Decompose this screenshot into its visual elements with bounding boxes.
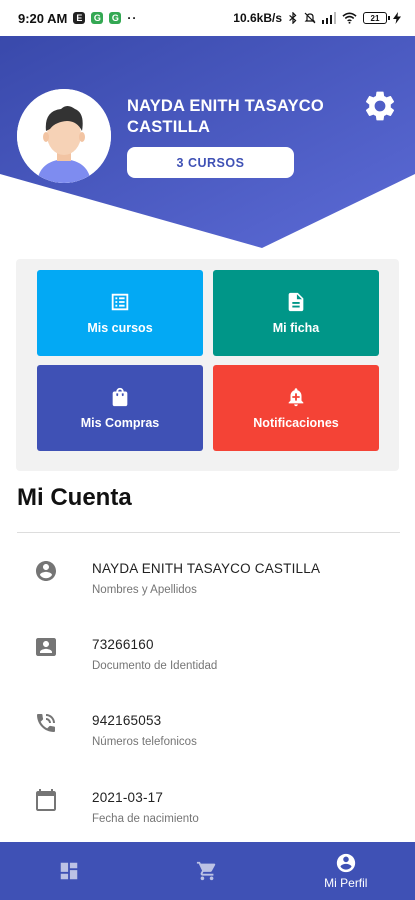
battery-icon: 21 <box>363 12 390 24</box>
info-label: Documento de Identidad <box>92 660 218 672</box>
info-row-document: 73266160 Documento de Identidad <box>0 635 415 695</box>
profile-name: NAYDA ENITH TASAYCO CASTILLA <box>127 97 324 136</box>
id-card-icon <box>36 638 56 656</box>
notification-app-icon: G <box>91 12 104 24</box>
nav-cart[interactable] <box>138 842 276 900</box>
nav-dashboard[interactable] <box>0 842 138 900</box>
status-bar: 9:20 AM E G G ·· 10.6kB/s 21 <box>0 0 415 36</box>
bell-plus-icon <box>288 388 304 407</box>
charging-icon <box>393 12 401 24</box>
mi-ficha-tile[interactable]: Mi ficha <box>213 270 379 356</box>
info-row-name: NAYDA ENITH TASAYCO CASTILLA Nombres y A… <box>0 559 415 619</box>
avatar[interactable] <box>17 89 111 183</box>
menu-grid: Mis cursos Mi ficha Mis Compras Notifica… <box>16 259 399 471</box>
mute-icon <box>304 12 316 24</box>
info-label: Fecha de nacimiento <box>92 813 199 825</box>
info-value: 73266160 <box>92 637 154 652</box>
info-row-phone: 942165053 Números telefonicos <box>0 711 415 771</box>
phone-icon <box>37 714 55 732</box>
battery-level: 21 <box>370 13 380 23</box>
status-left: 9:20 AM E G G ·· <box>18 11 137 26</box>
gear-icon[interactable] <box>362 88 398 124</box>
info-label: Nombres y Apellidos <box>92 584 197 596</box>
tile-label: Mis Compras <box>80 416 160 430</box>
account-circle-icon <box>36 561 56 581</box>
account-circle-icon <box>336 853 355 873</box>
shopping-bag-icon <box>112 387 128 407</box>
dashboard-icon <box>60 862 78 880</box>
calendar-icon <box>36 789 56 811</box>
document-icon <box>288 292 304 312</box>
signal-icon <box>322 12 336 24</box>
bottom-nav: Mi Perfil <box>0 842 415 900</box>
info-label: Números telefonicos <box>92 736 197 748</box>
info-row-birthdate: 2021-03-17 Fecha de nacimiento <box>0 788 415 848</box>
divider <box>17 532 400 533</box>
info-value: NAYDA ENITH TASAYCO CASTILLA <box>92 561 321 576</box>
nav-mi-perfil[interactable]: Mi Perfil <box>277 842 415 900</box>
list-box-icon <box>111 293 129 311</box>
mis-compras-tile[interactable]: Mis Compras <box>37 365 203 451</box>
notification-app-icon: G <box>109 12 122 24</box>
mis-cursos-tile[interactable]: Mis cursos <box>37 270 203 356</box>
bluetooth-icon <box>289 12 297 24</box>
notificaciones-tile[interactable]: Notificaciones <box>213 365 379 451</box>
section-title: Mi Cuenta <box>17 484 132 511</box>
info-value: 942165053 <box>92 713 162 728</box>
tile-label: Mis cursos <box>87 321 153 335</box>
courses-button[interactable]: 3 CURSOS <box>127 147 294 178</box>
info-value: 2021-03-17 <box>92 790 164 805</box>
wifi-icon <box>342 12 357 24</box>
avatar-image <box>17 89 111 183</box>
tile-label: Notificaciones <box>253 416 339 430</box>
nav-label: Mi Perfil <box>324 876 368 890</box>
status-right: 10.6kB/s 21 <box>233 11 401 25</box>
status-time: 9:20 AM <box>18 10 68 26</box>
network-speed: 10.6kB/s <box>233 11 282 25</box>
notification-app-icon: E <box>73 12 86 24</box>
more-notifications-icon: ·· <box>127 11 138 25</box>
profile-header: NAYDA ENITH TASAYCO CASTILLA 3 CURSOS <box>0 36 415 250</box>
tile-label: Mi ficha <box>272 321 320 335</box>
cart-icon <box>197 861 216 881</box>
